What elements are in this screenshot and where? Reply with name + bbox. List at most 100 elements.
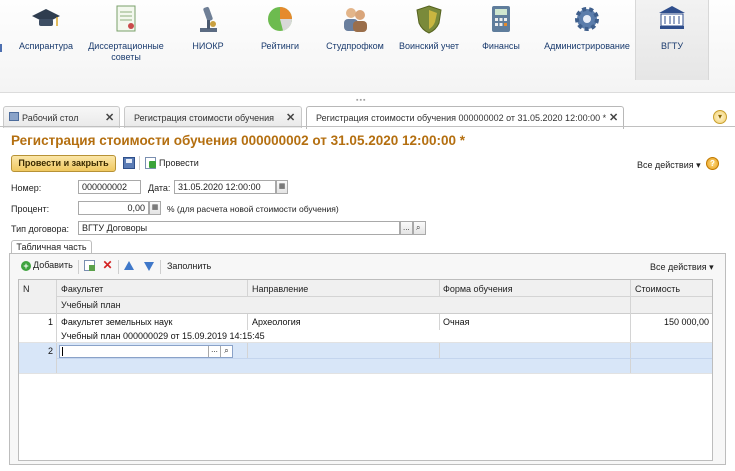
tab-label: Регистрация стоимости обучения bbox=[134, 113, 275, 123]
column-header-cost[interactable]: Стоимость bbox=[635, 284, 680, 294]
column-header-faculty[interactable]: Факультет bbox=[61, 284, 103, 294]
graduation-cap-icon bbox=[32, 9, 60, 26]
section-niokr[interactable]: НИОКР bbox=[176, 0, 240, 80]
section-label: Воинский учет bbox=[398, 41, 460, 51]
column-divider bbox=[439, 314, 440, 330]
section-military[interactable]: Воинский учет bbox=[396, 0, 462, 80]
toolbar-separator bbox=[118, 260, 119, 274]
panel-marker bbox=[0, 44, 2, 52]
sections-panel: Аспирантура Диссертационные советы НИОКР… bbox=[0, 0, 735, 93]
cell-faculty[interactable]: Факультет земельных наук bbox=[61, 317, 172, 327]
toolbar-separator bbox=[139, 156, 140, 170]
all-actions-menu[interactable]: Все действия ▾ bbox=[637, 160, 701, 171]
tab-desktop[interactable]: Рабочий стол ✕ bbox=[3, 106, 120, 128]
number-label: Номер: bbox=[11, 183, 42, 193]
section-label: Финансы bbox=[482, 41, 520, 51]
number-field[interactable]: 000000002 bbox=[78, 180, 141, 194]
section-aspirantura[interactable]: Аспирантура bbox=[14, 0, 78, 80]
section-label: НИОКР bbox=[192, 41, 224, 51]
percent-hint: % (для расчета новой стоимости обучения) bbox=[167, 204, 339, 214]
post-icon[interactable] bbox=[145, 157, 156, 169]
column-divider bbox=[247, 314, 248, 330]
section-ratings[interactable]: Рейтинги bbox=[248, 0, 312, 80]
column-header-direction[interactable]: Направление bbox=[252, 284, 308, 294]
shield-icon bbox=[416, 5, 442, 34]
post-and-close-button[interactable]: Провести и закрыть bbox=[11, 155, 116, 172]
contract-type-field[interactable]: ВГТУ Договоры bbox=[78, 221, 400, 235]
select-button[interactable]: ... bbox=[208, 346, 220, 357]
column-divider bbox=[439, 343, 440, 358]
close-icon[interactable]: ✕ bbox=[105, 111, 114, 124]
table-header: N Факультет Учебный план Направление Фор… bbox=[19, 280, 712, 314]
tab-label: Рабочий стол bbox=[22, 113, 79, 123]
calendar-icon[interactable]: ▦ bbox=[276, 180, 288, 194]
search-icon[interactable]: ⌕ bbox=[413, 221, 426, 235]
tabs-divider bbox=[0, 126, 735, 127]
move-up-icon[interactable] bbox=[124, 261, 134, 270]
table-grid[interactable]: N Факультет Учебный план Направление Фор… bbox=[18, 279, 713, 461]
plus-icon: + bbox=[21, 261, 31, 271]
gear-icon bbox=[575, 7, 599, 31]
search-icon[interactable]: ⌕ bbox=[220, 346, 232, 357]
percent-label: Процент: bbox=[11, 204, 50, 214]
date-field[interactable]: 31.05.2020 12:00:00 bbox=[174, 180, 276, 194]
close-icon[interactable]: ✕ bbox=[609, 111, 618, 124]
copy-row-icon[interactable] bbox=[84, 260, 95, 271]
add-button[interactable]: + Добавить bbox=[21, 260, 73, 271]
cell-direction[interactable]: Археология bbox=[252, 317, 301, 327]
column-divider bbox=[630, 280, 631, 373]
desktop-icon bbox=[9, 112, 19, 121]
section-studprofkom[interactable]: Студпрофком bbox=[322, 0, 388, 80]
tab-label: Регистрация стоимости обучения 000000002… bbox=[316, 113, 607, 123]
date-label: Дата: bbox=[148, 183, 171, 193]
move-down-icon[interactable] bbox=[144, 262, 154, 271]
document-title: Регистрация стоимости обучения 000000002… bbox=[11, 133, 466, 148]
add-label: Добавить bbox=[33, 260, 73, 270]
university-logo-icon bbox=[659, 6, 685, 29]
document-icon bbox=[116, 5, 136, 32]
tab-registration-list[interactable]: Регистрация стоимости обучения ✕ bbox=[124, 106, 302, 128]
cell-study-form[interactable]: Очная bbox=[443, 317, 470, 327]
tab-table-part[interactable]: Табличная часть bbox=[11, 240, 92, 254]
column-divider bbox=[439, 280, 440, 296]
window-tabs: Рабочий стол ✕ Регистрация стоимости обу… bbox=[0, 102, 735, 129]
fill-button[interactable]: Заполнить bbox=[167, 261, 211, 271]
column-header-n[interactable]: N bbox=[23, 284, 30, 294]
header-divider bbox=[57, 296, 712, 297]
delete-icon[interactable]: ✕ bbox=[102, 259, 113, 271]
row-divider bbox=[19, 342, 712, 343]
column-header-curriculum[interactable]: Учебный план bbox=[61, 300, 121, 310]
section-vgtu[interactable]: ВГТУ bbox=[635, 0, 709, 80]
close-icon[interactable]: ✕ bbox=[286, 111, 295, 124]
select-button[interactable]: ... bbox=[400, 221, 413, 235]
column-divider bbox=[247, 280, 248, 296]
text-caret bbox=[62, 347, 63, 356]
row-number: 2 bbox=[48, 346, 54, 356]
section-administration[interactable]: Администрирование bbox=[541, 0, 633, 80]
calculator-icon bbox=[492, 6, 510, 32]
calculator-icon[interactable]: ▦ bbox=[149, 201, 161, 215]
save-icon[interactable] bbox=[123, 157, 135, 169]
column-header-study-form[interactable]: Форма обучения bbox=[443, 284, 513, 294]
cell-curriculum[interactable]: Учебный план 000000029 от 15.09.2019 14:… bbox=[61, 331, 265, 341]
toolbar-separator bbox=[160, 260, 161, 274]
contract-type-label: Тип договора: bbox=[11, 224, 70, 234]
faculty-edit-field[interactable]: ... ⌕ bbox=[59, 345, 233, 358]
section-label: Администрирование bbox=[544, 41, 630, 51]
section-finance[interactable]: Финансы bbox=[469, 0, 533, 80]
row-number: 1 bbox=[48, 317, 54, 327]
section-label: Студпрофком bbox=[326, 41, 384, 51]
section-label: Рейтинги bbox=[260, 41, 300, 51]
percent-field[interactable]: 0,00 bbox=[78, 201, 149, 215]
pie-chart-icon bbox=[268, 7, 292, 31]
row-divider bbox=[57, 358, 712, 359]
post-button[interactable]: Провести bbox=[159, 158, 199, 168]
section-label: Диссертационные советы bbox=[88, 41, 164, 62]
cell-cost[interactable]: 150 000,00 bbox=[664, 317, 709, 327]
section-dissertation-councils[interactable]: Диссертационные советы bbox=[84, 0, 168, 80]
chevron-down-icon[interactable]: ▾ bbox=[713, 110, 727, 124]
help-icon[interactable]: ? bbox=[706, 157, 719, 170]
section-label: ВГТУ bbox=[660, 41, 684, 51]
column-divider bbox=[56, 280, 57, 373]
table-all-actions-menu[interactable]: Все действия ▾ bbox=[650, 262, 714, 273]
